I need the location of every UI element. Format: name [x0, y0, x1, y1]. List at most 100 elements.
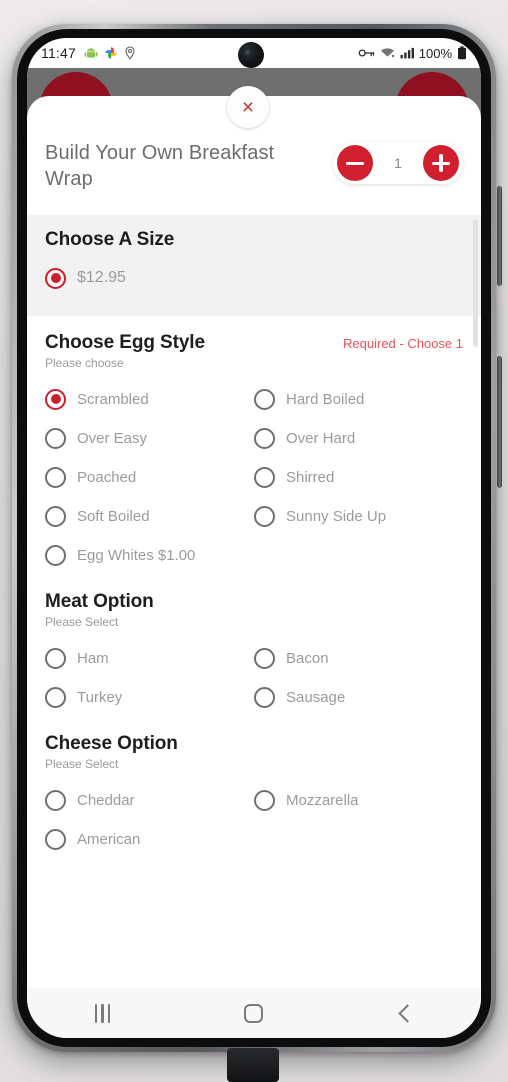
option-list: $12.95 — [45, 259, 463, 298]
item-customization-sheet: Build Your Own Breakfast Wrap 1 Choose A… — [27, 96, 481, 1000]
option-row[interactable]: Poached — [45, 458, 254, 497]
radio-unselected-icon[interactable] — [254, 647, 275, 669]
option-row[interactable]: Over Hard — [254, 419, 463, 458]
status-bar-left-icons — [84, 46, 136, 60]
option-group-subtitle: Please Select — [45, 614, 119, 629]
option-groups: Choose A Size $12.95 Choose Egg Style Requi… — [27, 214, 481, 859]
option-label: $12.95 — [77, 269, 126, 287]
radio-unselected-icon[interactable] — [45, 544, 66, 566]
option-group: Meat Option Please Select Ham Bacon Turkey Sa… — [27, 575, 481, 717]
signal-bars-icon — [400, 47, 414, 59]
quantity-stepper[interactable]: 1 — [333, 142, 463, 184]
close-button[interactable]: × — [227, 86, 269, 128]
option-group: Choose Egg Style Required - Choose 1 Pleas… — [27, 316, 481, 575]
radio-selected-icon[interactable] — [45, 388, 66, 410]
radio-unselected-icon[interactable] — [45, 505, 66, 527]
option-label: Mozzarella — [286, 791, 359, 809]
option-row[interactable]: Sunny Side Up — [254, 497, 463, 536]
radio-unselected-icon[interactable] — [254, 466, 275, 488]
battery-icon — [458, 46, 466, 60]
back-button[interactable] — [375, 996, 435, 1030]
option-label: Poached — [77, 468, 137, 486]
option-group-header: Choose A Size — [45, 229, 463, 251]
option-label: Scrambled — [77, 390, 149, 408]
decrease-quantity-button[interactable] — [337, 145, 373, 181]
option-row[interactable]: Mozzarella — [254, 781, 463, 820]
option-row[interactable]: Cheddar — [45, 781, 254, 820]
recents-icon — [94, 1003, 111, 1023]
option-group-title: Choose Egg Style — [45, 331, 205, 353]
increase-quantity-button[interactable] — [423, 145, 459, 181]
radio-unselected-icon[interactable] — [45, 828, 66, 850]
location-pin-icon — [125, 46, 135, 60]
options-scroll-area[interactable]: Choose A Size $12.95 Choose Egg Style Requi… — [27, 214, 481, 957]
radio-unselected-icon[interactable] — [45, 647, 66, 669]
radio-unselected-icon[interactable] — [45, 466, 66, 488]
option-list: Scrambled Hard Boiled Over Easy Over Hard Po… — [45, 380, 463, 575]
option-label: Ham — [77, 649, 109, 667]
option-group-header: Cheese Option — [45, 733, 463, 755]
wifi-icon — [380, 48, 394, 58]
status-bar-right-icons: 100% — [358, 46, 467, 61]
option-label: Hard Boiled — [286, 390, 365, 408]
radio-unselected-icon[interactable] — [45, 789, 66, 811]
option-label: American — [77, 830, 141, 848]
option-label: Soft Boiled — [77, 507, 150, 525]
android-icon — [84, 48, 98, 58]
option-row[interactable]: Turkey — [45, 678, 254, 717]
radio-unselected-icon[interactable] — [254, 505, 275, 527]
option-row[interactable]: American — [45, 820, 254, 859]
option-row[interactable]: Shirred — [254, 458, 463, 497]
radio-unselected-icon[interactable] — [254, 388, 275, 410]
status-bar-time: 11:47 — [41, 45, 76, 61]
option-row[interactable]: Egg Whites $1.00 — [45, 536, 254, 575]
option-row[interactable]: Bacon — [254, 639, 463, 678]
option-row[interactable]: Scrambled — [45, 380, 254, 419]
radio-selected-icon[interactable] — [45, 267, 66, 289]
radio-unselected-icon[interactable] — [254, 789, 275, 811]
close-icon: × — [241, 95, 255, 119]
radio-unselected-icon[interactable] — [45, 686, 66, 708]
option-label: Over Easy — [77, 429, 148, 447]
vpn-key-icon — [358, 49, 375, 57]
option-label: Sausage — [286, 688, 346, 706]
option-label: Bacon — [286, 649, 329, 667]
option-label: Egg Whites $1.00 — [77, 546, 196, 564]
volume-button[interactable] — [497, 186, 502, 286]
scene: 11:47 100% × Build Your Own Breakfast Wr… — [0, 0, 508, 1082]
radio-unselected-icon[interactable] — [254, 427, 275, 449]
option-row[interactable]: $12.95 — [45, 259, 463, 298]
option-group-header: Meat Option — [45, 591, 463, 613]
scrollbar-thumb[interactable] — [473, 218, 478, 347]
option-label: Turkey — [77, 688, 123, 706]
option-row[interactable]: Ham — [45, 639, 254, 678]
charging-connector — [227, 1048, 279, 1082]
option-list: Ham Bacon Turkey Sausage — [45, 639, 463, 717]
option-label: Cheddar — [77, 791, 135, 809]
option-group-header: Choose Egg Style Required - Choose 1 — [45, 332, 463, 354]
android-nav-bar — [27, 988, 481, 1038]
option-group-title: Meat Option — [45, 590, 154, 612]
option-row[interactable]: Sausage — [254, 678, 463, 717]
radio-unselected-icon[interactable] — [254, 686, 275, 708]
power-button[interactable] — [497, 356, 502, 488]
option-group-subtitle: Please choose — [45, 355, 124, 370]
option-label: Over Hard — [286, 429, 356, 447]
recents-button[interactable] — [73, 996, 133, 1030]
option-row[interactable]: Soft Boiled — [45, 497, 254, 536]
option-group: Choose A Size $12.95 — [27, 214, 481, 316]
option-group: Cheese Option Please Select Cheddar Mozzare… — [27, 717, 481, 859]
option-label: Shirred — [286, 468, 335, 486]
option-group-subtitle: Please Select — [45, 756, 119, 771]
radio-unselected-icon[interactable] — [45, 427, 66, 449]
front-camera — [238, 42, 264, 68]
page-title: Build Your Own Breakfast Wrap — [45, 142, 275, 191]
home-button[interactable] — [224, 996, 284, 1030]
option-label: Sunny Side Up — [286, 507, 387, 525]
option-group-title: Choose A Size — [45, 228, 175, 250]
photos-icon — [105, 47, 117, 59]
option-row[interactable]: Over Easy — [45, 419, 254, 458]
phone-screen: 11:47 100% × Build Your Own Breakfast Wr… — [27, 38, 481, 1038]
option-list: Cheddar Mozzarella American — [45, 781, 463, 859]
option-row[interactable]: Hard Boiled — [254, 380, 463, 419]
